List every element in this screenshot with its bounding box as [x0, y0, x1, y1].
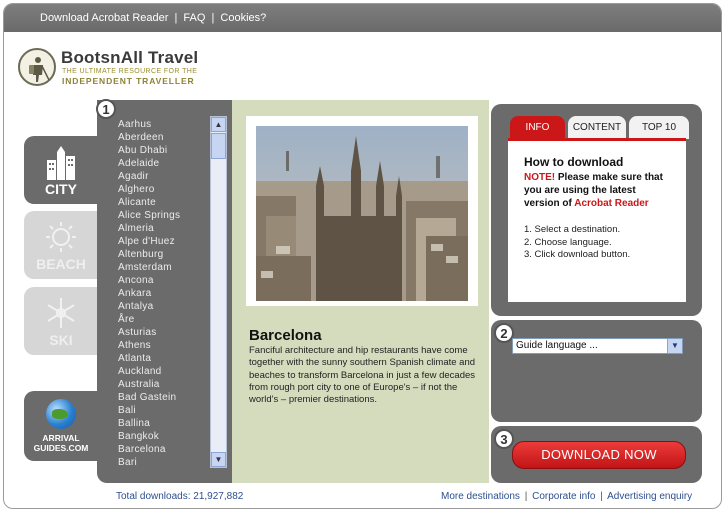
info-panel: INFO CONTENT TOP 10 How to download NOTE…	[491, 104, 702, 316]
logo-tagline-bold: INDEPENDENT TRAVELLER	[62, 76, 195, 86]
destination-item[interactable]: Adelaide	[118, 157, 210, 170]
info-heading: How to download	[524, 155, 624, 169]
destination-item[interactable]: Bali	[118, 404, 210, 417]
destination-item[interactable]: Almeria	[118, 222, 210, 235]
category-ski[interactable]: SKI	[24, 287, 98, 355]
faq-link[interactable]: FAQ	[183, 12, 205, 24]
footer-links: More destinations | Corporate info | Adv…	[441, 491, 692, 502]
category-label: BEACH	[36, 256, 86, 272]
category-label: SKI	[49, 332, 73, 348]
city-icon	[47, 146, 75, 180]
destination-item[interactable]: Asturias	[118, 326, 210, 339]
destination-item[interactable]: Alicante	[118, 196, 210, 209]
destination-panel: 1 Aarhus Aberdeen Abu Dhabi Adelaide Agadir A…	[96, 99, 232, 483]
info-content: How to download NOTE! Please make sure t…	[508, 138, 686, 302]
download-panel: 3 DOWNLOAD NOW	[491, 426, 702, 483]
globe-icon	[46, 399, 76, 429]
destination-item[interactable]: Auckland	[118, 365, 210, 378]
destination-item[interactable]: Alice Springs	[118, 209, 210, 222]
destination-item[interactable]: Abu Dhabi	[118, 144, 210, 157]
destination-item[interactable]: Ballina	[118, 417, 210, 430]
scroll-thumb[interactable]	[211, 133, 226, 159]
sun-icon	[46, 222, 76, 252]
select-value: Guide language ...	[516, 340, 598, 351]
destination-item[interactable]: Altenburg	[118, 248, 210, 261]
total-downloads: Total downloads: 21,927,882	[116, 491, 244, 502]
city-title: Barcelona	[249, 327, 322, 344]
tab-content[interactable]: CONTENT	[568, 116, 626, 139]
destination-item[interactable]: Aberdeen	[118, 131, 210, 144]
advertising-enquiry-link[interactable]: Advertising enquiry	[607, 491, 692, 502]
destination-item[interactable]: Barcelona	[118, 443, 210, 456]
separator: |	[174, 12, 178, 24]
guide-language-select[interactable]: Guide language ... ▼	[512, 338, 683, 354]
logo[interactable]: BootsnAll Travel THE ULTIMATE RESOURCE F…	[18, 46, 218, 91]
language-panel: 2 Guide language ... ▼	[491, 320, 702, 422]
photo-card	[246, 116, 478, 306]
destination-item[interactable]: Antalya	[118, 300, 210, 313]
destination-item[interactable]: Athens	[118, 339, 210, 352]
step-number: 1	[96, 99, 116, 119]
app-window: Download Acrobat Reader | FAQ | Cookies?…	[3, 3, 722, 509]
category-city[interactable]: CITY	[24, 136, 98, 204]
destination-item[interactable]: Bari	[118, 456, 210, 469]
arrival-guides-link[interactable]: ARRIVAL GUIDES.COM	[24, 391, 98, 461]
destination-item[interactable]: Australia	[118, 378, 210, 391]
snowflake-icon	[47, 298, 75, 328]
separator: |	[524, 491, 528, 502]
cookies-link[interactable]: Cookies?	[220, 12, 266, 24]
download-acrobat-link[interactable]: Download Acrobat Reader	[40, 12, 168, 24]
city-preview-panel: Barcelona Fanciful architecture and hip …	[232, 100, 489, 483]
note-label: NOTE!	[524, 172, 556, 183]
category-label: CITY	[45, 181, 77, 197]
corporate-info-link[interactable]: Corporate info	[532, 491, 595, 502]
arrival-label: ARRIVAL	[42, 433, 80, 443]
separator: |	[600, 491, 603, 502]
instruction-step: 2. Choose language.	[524, 236, 612, 248]
arrival-label-domain: GUIDES.COM	[33, 443, 89, 453]
logo-tagline: THE ULTIMATE RESOURCE FOR THE	[62, 68, 198, 75]
destination-item[interactable]: Ancona	[118, 274, 210, 287]
tab-top-10[interactable]: TOP 10	[629, 116, 689, 139]
destination-scrollbar[interactable]: ▲ ▼	[210, 116, 227, 468]
destination-item[interactable]: Alpe d'Huez	[118, 235, 210, 248]
destination-item[interactable]: Aarhus	[118, 118, 210, 131]
separator: |	[211, 12, 215, 24]
instruction-step: 3. Click download button.	[524, 249, 631, 260]
destination-item[interactable]: Amsterdam	[118, 261, 210, 274]
destination-item[interactable]: Bangkok	[118, 430, 210, 443]
backpacker-logo-icon	[18, 48, 56, 86]
destination-item[interactable]: Åre	[118, 313, 210, 326]
category-beach[interactable]: BEACH	[24, 211, 98, 279]
instruction-step: 1. Select a destination.	[524, 224, 621, 235]
acrobat-reader-link[interactable]: Acrobat Reader	[574, 198, 648, 209]
tab-info[interactable]: INFO	[510, 116, 565, 139]
city-description: Fanciful architecture and hip restaurant…	[249, 345, 476, 406]
destination-item[interactable]: Ankara	[118, 287, 210, 300]
download-now-button[interactable]: DOWNLOAD NOW	[512, 441, 686, 469]
scroll-down-icon[interactable]: ▼	[211, 452, 226, 467]
destination-list[interactable]: Aarhus Aberdeen Abu Dhabi Adelaide Agadir Alg…	[118, 118, 210, 470]
step-number: 3	[494, 429, 514, 449]
step-number: 2	[494, 323, 514, 343]
destination-item[interactable]: Bad Gastein	[118, 391, 210, 404]
logo-name: BootsnAll Travel	[61, 48, 199, 67]
destination-item[interactable]: Alghero	[118, 183, 210, 196]
scroll-up-icon[interactable]: ▲	[211, 117, 226, 132]
info-note: NOTE! Please make sure that you are usin…	[524, 171, 674, 210]
instruction-list: 1. Select a destination. 2. Choose langu…	[524, 224, 686, 262]
city-photo	[256, 126, 468, 301]
destination-item[interactable]: Atlanta	[118, 352, 210, 365]
destination-item[interactable]: Agadir	[118, 170, 210, 183]
chevron-down-icon[interactable]: ▼	[667, 339, 682, 353]
more-destinations-link[interactable]: More destinations	[441, 491, 520, 502]
top-bar: Download Acrobat Reader | FAQ | Cookies?	[4, 4, 721, 32]
